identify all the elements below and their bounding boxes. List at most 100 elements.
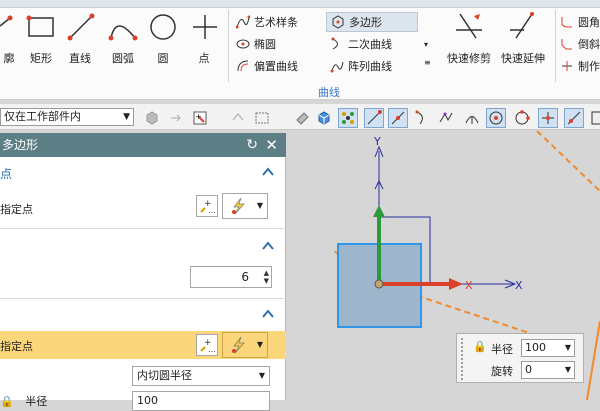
offset-curve-label: 偏置曲线 xyxy=(254,60,298,73)
spinner-arrows-icon[interactable]: ▲ ▼ xyxy=(264,269,269,285)
make-corner-button[interactable]: 制作 xyxy=(560,56,600,76)
ribbon-separator xyxy=(555,10,556,82)
point-button[interactable]: 点 xyxy=(190,12,218,74)
polygon-button[interactable]: 多边形 xyxy=(326,12,418,32)
pattern-curve-icon xyxy=(330,61,344,73)
snap-point-on-curve-icon[interactable] xyxy=(564,108,584,128)
rectangle-button[interactable]: 矩形 xyxy=(26,12,56,74)
chamfer-button[interactable]: 倒斜 xyxy=(560,34,600,54)
onscreen-input-box: 🔒 半径 100 ▼ 旋转 0 ▼ xyxy=(456,333,584,383)
ribbon-separator xyxy=(228,10,229,82)
hud-radius-input[interactable]: 100 ▼ xyxy=(521,339,575,357)
size-mode-value: 内切圆半径 xyxy=(137,369,192,382)
quick-trim-button[interactable]: 快速修剪 xyxy=(444,12,494,74)
green-arrow-head xyxy=(373,205,385,217)
snap-select-icon[interactable]: + xyxy=(190,108,210,128)
snap-tangent-icon[interactable] xyxy=(462,108,482,128)
snap-endpoint-icon[interactable] xyxy=(364,108,384,128)
chevron-up-icon xyxy=(262,309,274,318)
fillet-icon xyxy=(561,17,572,28)
quick-extend-button[interactable]: 快速延伸 xyxy=(498,12,548,74)
chevron-down-icon: ▼ xyxy=(123,112,130,122)
chevron-down-icon: ▼ xyxy=(256,201,263,210)
chevron-down-icon: ▼ xyxy=(256,340,263,349)
inferred-point-icon xyxy=(232,336,245,354)
sides-count-input[interactable]: 6 ▲ ▼ xyxy=(190,266,272,288)
offset-curve-icon xyxy=(237,60,249,72)
show-eraser-icon[interactable] xyxy=(292,108,312,128)
snap-quadrant-icon[interactable] xyxy=(512,108,532,128)
reset-icon[interactable]: ↻ xyxy=(246,133,258,157)
svg-text:…: … xyxy=(208,345,215,353)
hud-rotate-label: 旋转 xyxy=(491,365,513,378)
orange-polygon-edge xyxy=(586,320,600,400)
snap-midpoint-icon[interactable] xyxy=(388,108,408,128)
pattern-curve-button[interactable]: 阵列曲线 xyxy=(330,56,392,76)
profile-button[interactable]: 廓 xyxy=(0,12,18,74)
hud-rotate-input[interactable]: 0 ▼ xyxy=(521,361,575,379)
select-feature-icon[interactable] xyxy=(166,108,186,128)
size-mode-dropdown[interactable]: 内切圆半径 ▼ xyxy=(132,366,270,386)
snap-arc-center-icon[interactable] xyxy=(486,108,506,128)
ellipse-icon xyxy=(236,39,250,49)
line-icon xyxy=(67,13,95,41)
x-handle-label: X xyxy=(465,279,473,292)
gallery-more-icon[interactable]: ≡ xyxy=(424,58,431,67)
inferred-point-dropdown[interactable]: ▼ xyxy=(222,332,268,358)
line-button[interactable]: 直线 xyxy=(66,12,95,74)
inferred-point-icon xyxy=(232,197,245,215)
rectangle-icon xyxy=(26,15,54,37)
close-icon[interactable]: ✕ xyxy=(265,133,278,157)
conic-label: 二次曲线 xyxy=(348,38,392,51)
conic-button[interactable]: 二次曲线 xyxy=(330,34,392,54)
quick-extend-label: 快速延伸 xyxy=(501,52,545,65)
radius-value: 100 xyxy=(137,394,158,407)
selection-scope-dropdown[interactable]: 仅在工作部件内 ▼ xyxy=(0,108,134,126)
sides-section[interactable] xyxy=(0,237,286,259)
chevron-down-icon: ▼ xyxy=(258,371,265,380)
svg-text:…: … xyxy=(208,206,215,214)
chevron-down-icon: ▼ xyxy=(564,343,571,352)
rectangle-select-icon[interactable] xyxy=(252,108,272,128)
snap-grid-icon[interactable] xyxy=(338,108,358,128)
svg-text:+: + xyxy=(195,112,202,121)
origin-handle[interactable] xyxy=(374,279,384,289)
arc-button[interactable]: 圆弧 xyxy=(108,12,138,74)
shaded-cube-icon[interactable] xyxy=(314,108,334,128)
gallery-down-icon[interactable]: ▾ xyxy=(424,40,428,49)
profile-icon xyxy=(0,15,13,27)
point-label: 点 xyxy=(198,52,210,65)
snap-control-point-icon[interactable] xyxy=(412,108,432,128)
snap-point-on-face-icon[interactable] xyxy=(588,108,600,128)
size-section[interactable] xyxy=(0,305,286,327)
make-corner-label: 制作 xyxy=(578,60,600,73)
curve-group-label: 曲线 xyxy=(318,86,340,99)
point-dialog-icon[interactable]: +… xyxy=(196,195,218,217)
y-axis-label: Y xyxy=(373,135,381,148)
lock-icon[interactable]: 🔒 xyxy=(0,395,14,408)
chevron-up-icon xyxy=(262,167,274,176)
rectangle-label: 矩形 xyxy=(30,52,52,65)
ellipse-button[interactable]: 椭圆 xyxy=(236,34,276,54)
radius-input[interactable]: 100 xyxy=(132,391,270,411)
drag-handle[interactable] xyxy=(461,338,467,380)
select-body-icon[interactable] xyxy=(142,108,162,128)
dialog-title: 多边形 xyxy=(2,138,39,152)
ribbon: 廓 矩形 直线 圆弧 圆 点 艺术样条 椭圆 偏置曲线 多边形 二次曲线 阵列曲… xyxy=(0,0,600,100)
hud-radius-label: 半径 xyxy=(491,343,513,356)
snap-intersection-icon[interactable] xyxy=(436,108,456,128)
snap-existing-point-icon[interactable] xyxy=(538,108,558,128)
fillet-button[interactable]: 圆角 xyxy=(560,12,600,32)
circle-icon xyxy=(150,14,176,40)
point-dialog-icon[interactable]: +… xyxy=(196,334,218,356)
polygon-label: 多边形 xyxy=(349,16,382,29)
center-point-section[interactable]: 点 xyxy=(0,163,286,185)
studio-spline-button[interactable]: 艺术样条 xyxy=(236,12,298,32)
inferred-point-dropdown[interactable]: ▼ xyxy=(222,193,268,219)
section-divider xyxy=(0,228,286,229)
lock-icon[interactable]: 🔒 xyxy=(473,340,487,353)
circle-button[interactable]: 圆 xyxy=(148,12,178,74)
offset-curve-button[interactable]: 偏置曲线 xyxy=(236,56,298,76)
select-component-icon[interactable] xyxy=(228,108,248,128)
circle-label: 圆 xyxy=(157,52,169,65)
